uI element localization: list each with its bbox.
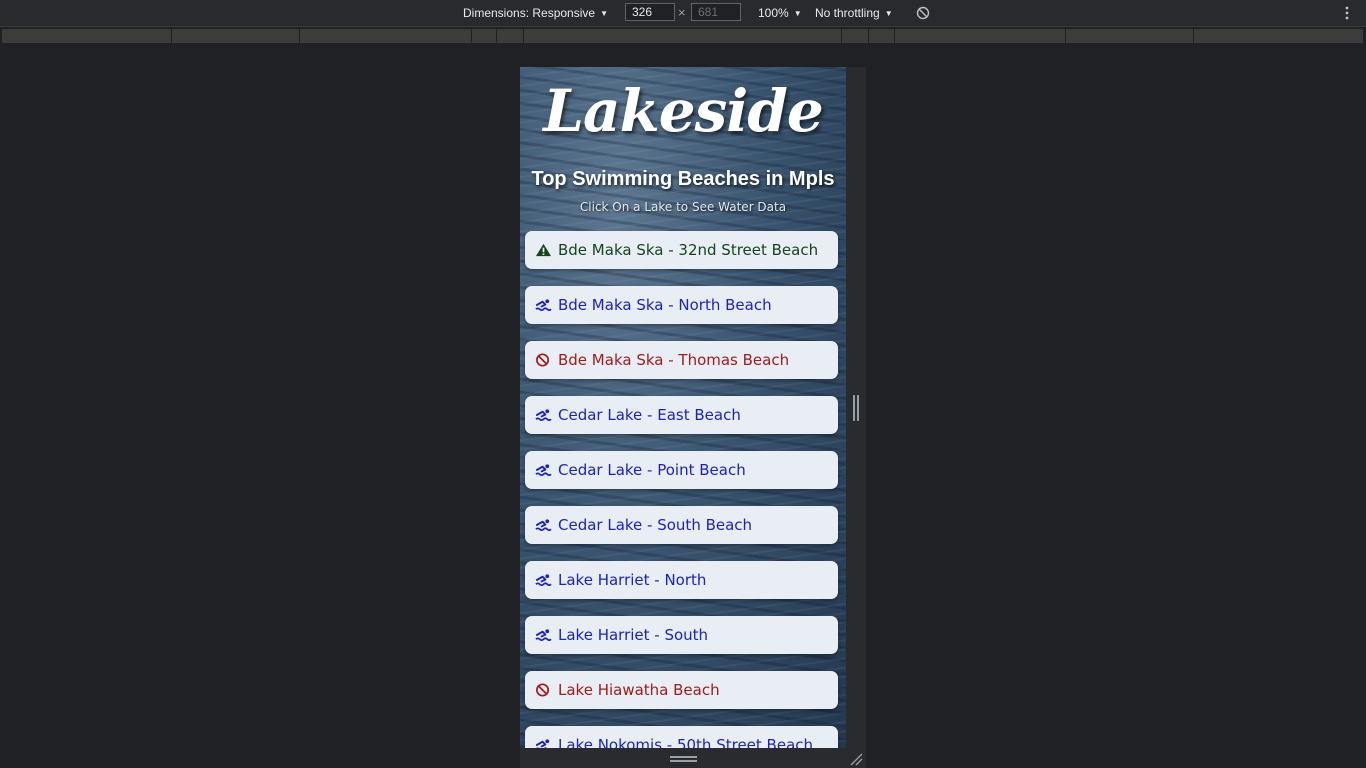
swimmer-icon xyxy=(535,463,558,477)
page-title: Top Swimming Beaches in Mpls xyxy=(531,168,835,190)
media-query-segment[interactable] xyxy=(524,29,842,43)
swimmer-icon xyxy=(535,298,558,312)
media-query-segment[interactable] xyxy=(497,29,524,43)
chevron-down-icon: ▼ xyxy=(600,8,608,18)
beach-button[interactable]: Lake Hiawatha Beach xyxy=(525,671,838,709)
chevron-down-icon: ▼ xyxy=(884,8,893,18)
swimmer-icon xyxy=(535,518,558,532)
beach-label: Bde Maka Ska - 32nd Street Beach xyxy=(558,241,819,259)
media-query-segment[interactable] xyxy=(472,29,497,43)
zoom-label: 100% xyxy=(758,6,789,20)
throttling-label: No throttling xyxy=(815,6,880,20)
throttling-dropdown[interactable]: No throttling ▼ xyxy=(815,0,893,26)
beach-list: Bde Maka Ska - 32nd Street Beach Bde Maka… xyxy=(525,231,838,748)
times-separator: × xyxy=(678,5,686,20)
beach-button[interactable]: Lake Harriet - North xyxy=(525,561,838,599)
media-query-segment[interactable] xyxy=(1194,29,1364,43)
swimmer-icon xyxy=(535,408,558,422)
beach-label: Cedar Lake - Point Beach xyxy=(558,461,746,479)
beach-label: Bde Maka Ska - North Beach xyxy=(558,296,772,314)
swimmer-icon xyxy=(535,628,558,642)
beach-label: Lake Harriet - South xyxy=(558,626,709,644)
height-input[interactable]: 681 xyxy=(691,3,741,21)
media-query-segment[interactable] xyxy=(2,29,172,43)
beach-button[interactable]: Lake Nokomis - 50th Street Beach xyxy=(525,726,838,748)
height-resize-handle[interactable] xyxy=(670,756,697,762)
beach-label: Lake Harriet - North xyxy=(558,571,707,589)
media-query-segment[interactable] xyxy=(300,29,472,43)
dimensions-dropdown[interactable]: Dimensions: Responsive ▼ xyxy=(463,0,608,26)
beach-label: Bde Maka Ska - Thomas Beach xyxy=(558,351,790,369)
beach-button[interactable]: Cedar Lake - East Beach xyxy=(525,396,838,434)
warning-triangle-icon xyxy=(535,243,558,257)
media-query-segment[interactable] xyxy=(869,29,895,43)
dimensions-label: Dimensions: Responsive xyxy=(463,6,596,20)
page-subtitle: Click On a Lake to See Water Data xyxy=(579,200,787,214)
beach-label: Cedar Lake - East Beach xyxy=(558,406,741,424)
beach-button[interactable]: Cedar Lake - South Beach xyxy=(525,506,838,544)
width-input[interactable]: 326 xyxy=(625,3,675,21)
width-resize-handle[interactable] xyxy=(853,395,859,421)
media-query-segment[interactable] xyxy=(895,29,1066,43)
device-viewport: Lakeside Top Swimming Beaches in Mpls Cl… xyxy=(520,67,846,748)
site-logo: Lakeside xyxy=(543,77,824,145)
beach-label: Cedar Lake - South Beach xyxy=(558,516,753,534)
beach-button[interactable]: Bde Maka Ska - Thomas Beach xyxy=(525,341,838,379)
swimmer-icon xyxy=(535,573,558,587)
media-query-segment[interactable] xyxy=(842,29,869,43)
beach-label: Lake Nokomis - 50th Street Beach xyxy=(558,736,814,748)
zoom-dropdown[interactable]: 100% ▼ xyxy=(758,0,802,26)
media-query-segment[interactable] xyxy=(1066,29,1194,43)
ban-icon xyxy=(535,353,558,367)
swimmer-icon xyxy=(535,738,558,748)
media-query-segment[interactable] xyxy=(172,29,300,43)
beach-button[interactable]: Bde Maka Ska - 32nd Street Beach xyxy=(525,231,838,269)
beach-button[interactable]: Lake Harriet - South xyxy=(525,616,838,654)
ban-icon xyxy=(535,683,558,697)
media-query-bar[interactable] xyxy=(0,27,1366,45)
beach-button[interactable]: Bde Maka Ska - North Beach xyxy=(525,286,838,324)
chevron-down-icon: ▼ xyxy=(793,8,802,18)
beach-label: Lake Hiawatha Beach xyxy=(558,681,720,699)
corner-resize-icon[interactable] xyxy=(849,752,863,766)
rotate-icon[interactable] xyxy=(915,5,931,21)
beach-button[interactable]: Cedar Lake - Point Beach xyxy=(525,451,838,489)
more-options-icon[interactable] xyxy=(1342,5,1352,21)
device-toolbar: Dimensions: Responsive ▼ 326 × 681 100% … xyxy=(0,0,1366,27)
